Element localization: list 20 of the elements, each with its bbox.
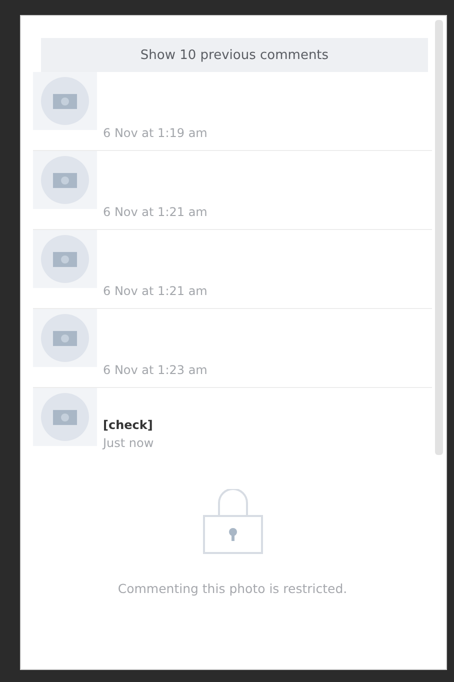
camera-icon: [41, 393, 89, 441]
comment-time: 6 Nov at 1:21 am: [103, 284, 208, 298]
comment-time: 6 Nov at 1:19 am: [103, 126, 208, 140]
avatar[interactable]: [33, 72, 97, 130]
avatar[interactable]: [33, 388, 97, 446]
scrollbar[interactable]: [435, 20, 443, 455]
comment-time: 6 Nov at 1:21 am: [103, 205, 208, 219]
avatar[interactable]: [33, 230, 97, 288]
restricted-message: Commenting this photo is restricted.: [118, 581, 348, 596]
lock-icon: [202, 489, 264, 555]
comment-time: Just now: [103, 436, 155, 450]
avatar[interactable]: [33, 309, 97, 367]
camera-icon: [41, 156, 89, 204]
camera-icon: [41, 314, 89, 362]
show-previous-button[interactable]: Show 10 previous comments: [41, 38, 428, 72]
comment-time: 6 Nov at 1:23 am: [103, 363, 208, 377]
comment-text: [check]: [103, 418, 154, 432]
camera-icon: [41, 77, 89, 125]
avatar[interactable]: [33, 151, 97, 209]
camera-icon: [41, 235, 89, 283]
